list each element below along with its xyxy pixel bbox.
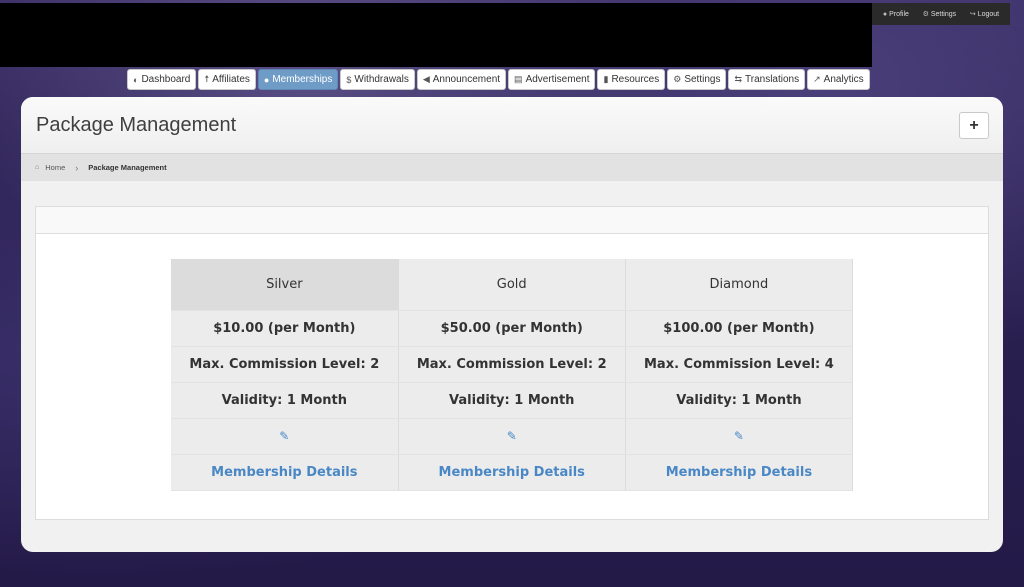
package-commission: Max. Commission Level: 2 bbox=[171, 346, 399, 383]
add-package-button[interactable]: + bbox=[959, 112, 989, 139]
dashboard-icon: ◐ bbox=[133, 74, 139, 85]
breadcrumb: ⌂ Home › Package Management bbox=[21, 153, 1003, 181]
membership-details-link[interactable]: Membership Details bbox=[625, 454, 854, 491]
package-validity: Validity: 1 Month bbox=[625, 382, 854, 419]
user-menu: ● Profile ⚙ Settings ↪ Logout bbox=[872, 3, 1010, 25]
file-icon: ▮ bbox=[603, 74, 609, 84]
gears-icon: ⚙ bbox=[673, 74, 682, 84]
chevron-right-icon: › bbox=[75, 162, 79, 173]
content-box-header bbox=[36, 207, 988, 234]
nav-settings[interactable]: ⚙ Settings bbox=[667, 69, 727, 90]
edit-cell: ✎ bbox=[171, 418, 399, 455]
table-row: Max. Commission Level: 2 Max. Commission… bbox=[171, 346, 854, 383]
person-icon: ☨ bbox=[204, 74, 210, 84]
content-box: Silver Gold Diamond $10.00 (per Month) $… bbox=[35, 206, 989, 520]
edit-cell: ✎ bbox=[398, 418, 626, 455]
user-icon: ● bbox=[882, 10, 888, 18]
edit-icon[interactable]: ✎ bbox=[507, 429, 517, 443]
nav-withdrawals[interactable]: $ Withdrawals bbox=[340, 69, 415, 90]
bullhorn-icon: ◀ bbox=[422, 74, 430, 84]
user-icon: ● bbox=[263, 74, 270, 85]
gear-icon: ⚙ bbox=[922, 11, 929, 18]
package-validity: Validity: 1 Month bbox=[171, 382, 399, 419]
edit-icon[interactable]: ✎ bbox=[279, 429, 289, 443]
nav-translations[interactable]: ⇆ Translations bbox=[728, 69, 806, 90]
table-row: $10.00 (per Month) $50.00 (per Month) $1… bbox=[171, 310, 854, 347]
top-banner bbox=[0, 3, 872, 67]
package-price: $100.00 (per Month) bbox=[625, 310, 854, 347]
nav-resources[interactable]: ▮ Resources bbox=[597, 69, 666, 90]
main-nav: ◐ Dashboard ☨ Affiliates ● Memberships $… bbox=[127, 69, 870, 90]
nav-dashboard[interactable]: ◐ Dashboard bbox=[127, 69, 197, 90]
package-commission: Max. Commission Level: 4 bbox=[625, 346, 854, 383]
package-commission: Max. Commission Level: 2 bbox=[398, 346, 626, 383]
panel-header: Package Management + bbox=[21, 97, 1003, 153]
package-price: $50.00 (per Month) bbox=[398, 310, 626, 347]
logout-link[interactable]: ↪ Logout bbox=[969, 10, 999, 19]
film-icon: ▤ bbox=[514, 74, 523, 84]
nav-affiliates[interactable]: ☨ Affiliates bbox=[198, 69, 256, 90]
logout-icon: ↪ bbox=[969, 11, 976, 18]
membership-details-link[interactable]: Membership Details bbox=[171, 454, 399, 491]
table-row: Validity: 1 Month Validity: 1 Month Vali… bbox=[171, 382, 854, 419]
home-icon: ⌂ bbox=[35, 164, 40, 171]
package-price: $10.00 (per Month) bbox=[171, 310, 399, 347]
package-name: Silver bbox=[171, 259, 399, 311]
nav-advertisement[interactable]: ▤ Advertisement bbox=[508, 69, 596, 90]
nav-announcement[interactable]: ◀ Announcement bbox=[416, 69, 507, 90]
package-name: Diamond bbox=[625, 259, 854, 311]
edit-cell: ✎ bbox=[625, 418, 854, 455]
translate-icon: ⇆ bbox=[734, 74, 743, 84]
edit-icon[interactable]: ✎ bbox=[734, 429, 744, 443]
chart-icon: ↗ bbox=[813, 74, 821, 84]
pricing-table: Silver Gold Diamond $10.00 (per Month) $… bbox=[171, 259, 854, 491]
breadcrumb-home[interactable]: Home bbox=[45, 163, 65, 172]
package-name: Gold bbox=[398, 259, 626, 311]
table-row: ✎ ✎ ✎ bbox=[171, 418, 854, 455]
table-row: Membership Details Membership Details Me… bbox=[171, 454, 854, 491]
breadcrumb-current: Package Management bbox=[88, 163, 167, 172]
dollar-icon: $ bbox=[346, 74, 352, 85]
main-panel: Package Management + ⌂ Home › Package Ma… bbox=[21, 97, 1003, 552]
membership-details-link[interactable]: Membership Details bbox=[398, 454, 626, 491]
package-validity: Validity: 1 Month bbox=[398, 382, 626, 419]
table-row: Silver Gold Diamond bbox=[171, 259, 854, 311]
settings-link[interactable]: ⚙ Settings bbox=[922, 10, 957, 19]
page-title: Package Management bbox=[36, 114, 237, 136]
profile-link[interactable]: ● Profile bbox=[883, 11, 909, 18]
nav-analytics[interactable]: ↗ Analytics bbox=[807, 69, 870, 90]
nav-memberships[interactable]: ● Memberships bbox=[257, 69, 339, 90]
